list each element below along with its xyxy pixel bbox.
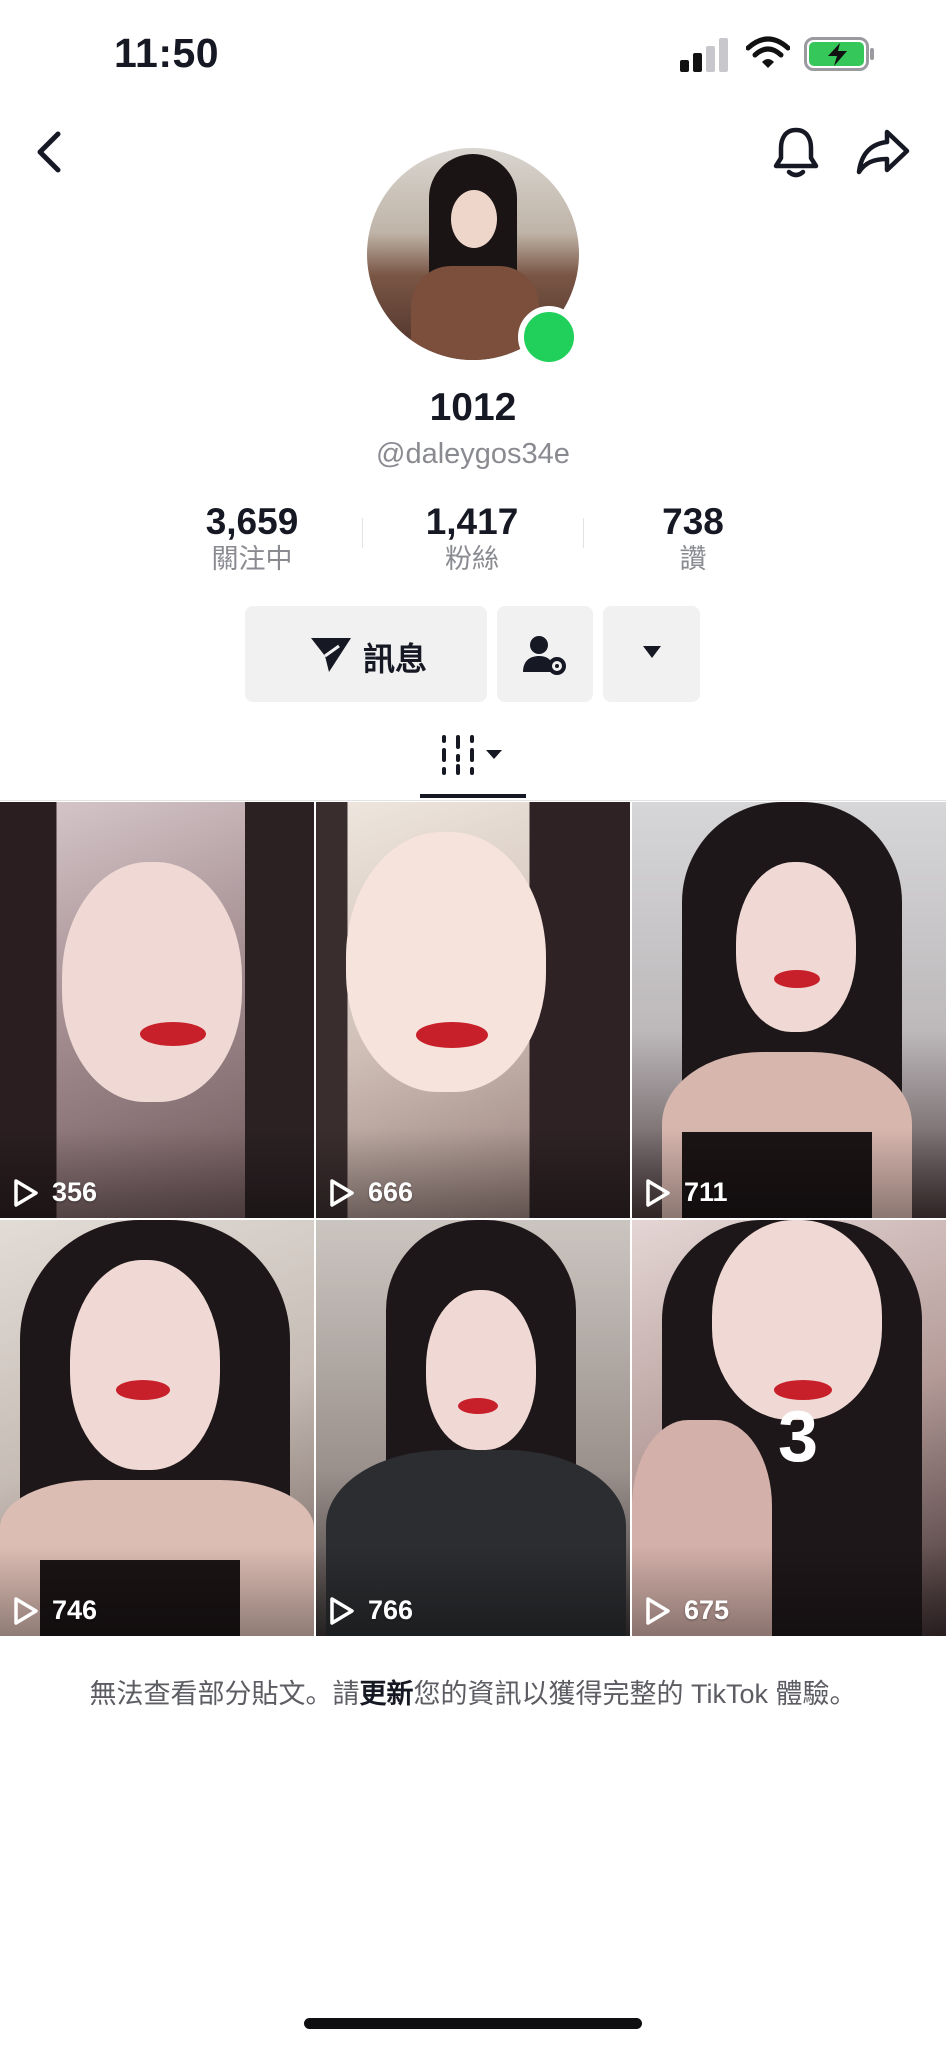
stat-following-value: 3,659 — [205, 501, 299, 542]
play-icon — [646, 1597, 670, 1625]
profile-stats: 3,659 關注中 1,417 粉絲 738 讚 — [0, 502, 946, 582]
status-time: 11:50 — [114, 30, 220, 76]
tab-videos[interactable] — [420, 716, 526, 800]
restricted-content-notice: 無法查看部分貼文。請更新您的資訊以獲得完整的 TikTok 體驗。 — [0, 1672, 946, 1711]
online-status-dot — [518, 306, 580, 368]
status-bar: 11:50 — [0, 0, 946, 110]
more-options-button[interactable] — [603, 606, 700, 702]
stat-followers-label: 粉絲 — [445, 544, 499, 574]
stat-likes[interactable]: 738 讚 — [593, 502, 793, 576]
battery-charging-icon — [804, 37, 874, 71]
send-icon — [311, 638, 351, 672]
stat-divider — [583, 518, 584, 548]
stat-divider — [362, 518, 363, 548]
view-count: 766 — [368, 1595, 414, 1625]
caret-down-icon — [643, 646, 661, 658]
notice-text-after: 您的資訊以獲得完整的 TikTok 體驗。 — [413, 1679, 857, 1709]
follow-settings-button[interactable] — [497, 606, 593, 702]
stat-following-label: 關注中 — [211, 544, 293, 574]
person-gear-icon — [523, 636, 566, 675]
video-tile[interactable]: 711 — [632, 802, 946, 1218]
video-tile[interactable]: 3 675 — [632, 1220, 946, 1636]
videos-grid-icon — [442, 735, 502, 775]
play-icon — [14, 1179, 38, 1207]
view-count: 746 — [52, 1595, 98, 1625]
video-overlay-text: 3 — [778, 1397, 819, 1477]
play-icon — [646, 1179, 670, 1207]
username: @daleygos34e — [376, 438, 570, 470]
content-tab-bar — [0, 716, 946, 801]
play-icon — [330, 1597, 354, 1625]
signal-icon — [680, 38, 728, 72]
message-button[interactable]: 訊息 — [245, 606, 487, 702]
back-chevron-icon[interactable] — [28, 124, 72, 180]
stat-likes-label: 讚 — [679, 544, 707, 574]
view-count: 666 — [368, 1177, 414, 1207]
play-icon — [14, 1597, 38, 1625]
stat-following[interactable]: 3,659 關注中 — [152, 502, 352, 576]
active-tab-indicator — [420, 794, 526, 798]
message-label: 訊息 — [363, 641, 428, 677]
wifi-icon — [746, 36, 790, 68]
share-icon[interactable] — [855, 124, 911, 180]
video-tile[interactable]: 356 — [0, 802, 314, 1218]
update-link[interactable]: 更新 — [359, 1679, 413, 1709]
view-count: 675 — [684, 1595, 730, 1625]
stat-likes-value: 738 — [662, 501, 724, 542]
stat-followers-value: 1,417 — [425, 501, 519, 542]
display-name: 1012 — [429, 386, 517, 429]
bell-icon[interactable] — [770, 124, 822, 180]
stat-followers[interactable]: 1,417 粉絲 — [372, 502, 572, 576]
view-count: 356 — [52, 1177, 98, 1207]
video-tile[interactable]: 766 — [316, 1220, 630, 1636]
video-tile[interactable]: 666 — [316, 802, 630, 1218]
play-icon — [330, 1179, 354, 1207]
video-tile[interactable]: 746 — [0, 1220, 314, 1636]
notice-text-before: 無法查看部分貼文。請 — [89, 1679, 360, 1709]
view-count: 711 — [684, 1177, 728, 1207]
home-indicator[interactable] — [304, 2018, 642, 2029]
